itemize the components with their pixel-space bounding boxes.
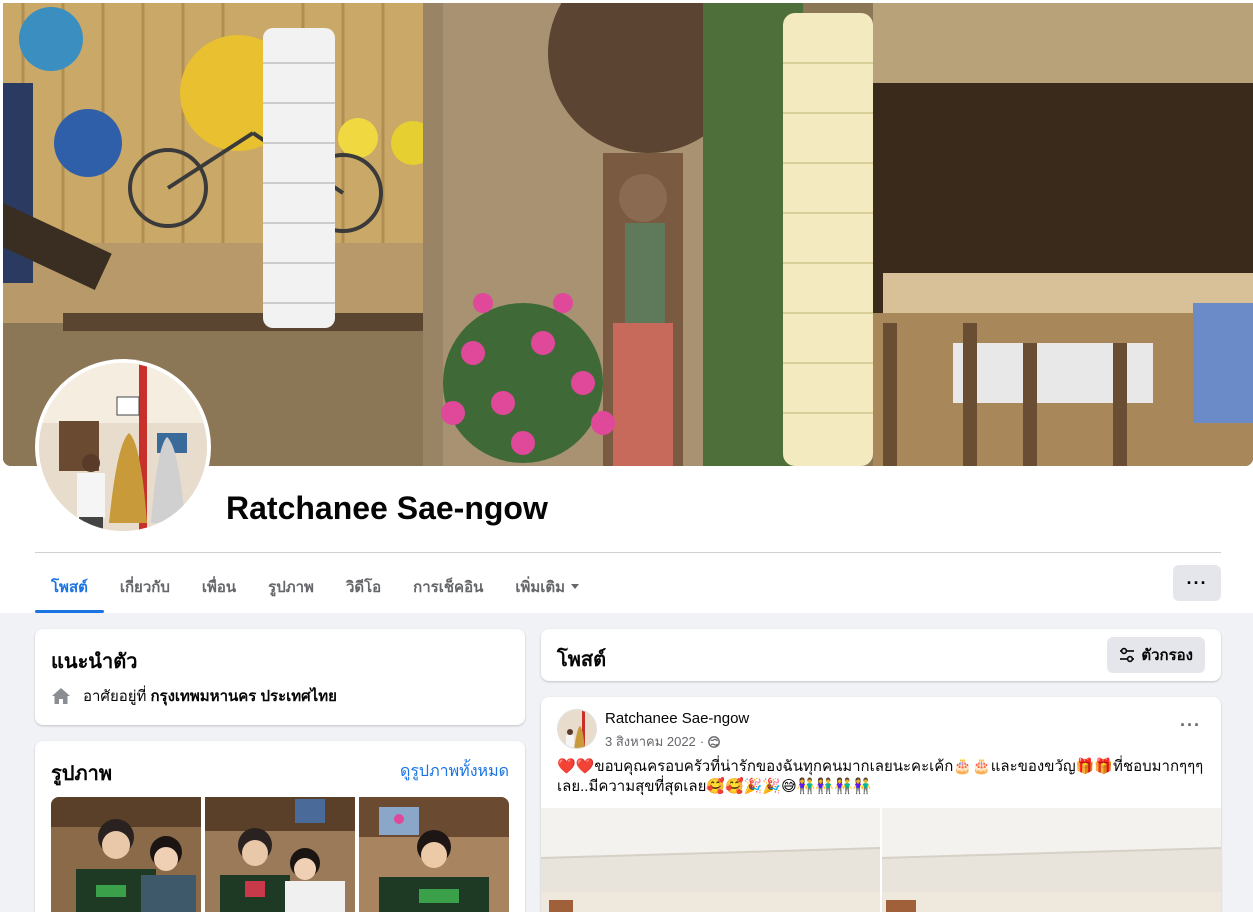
profile-header: Ratchanee Sae-ngow โพสต์ เกี่ยวกับ เพื่อ… [0,0,1253,613]
post-image[interactable] [882,808,1221,912]
tab-posts-label: โพสต์ [51,578,88,596]
intro-card: แนะนำตัว อาศัยอยู่ที่ กรุงเทพมหานคร ประเ… [35,629,525,725]
tab-friends-label: เพื่อน [201,578,237,596]
post-text: ❤️❤️ขอบคุณครอบครัวที่น่ารักของฉันทุกคนมา… [557,758,1204,795]
profile-avatar[interactable] [35,359,211,535]
tab-videos[interactable]: วิดีโอ [330,560,397,613]
tab-about[interactable]: เกี่ยวกับ [104,560,186,613]
post-author-avatar[interactable] [557,709,597,749]
filter-label: ตัวกรอง [1141,647,1193,664]
tab-videos-label: วิดีโอ [345,578,382,596]
tab-more[interactable]: เพิ่มเติม [499,560,595,613]
post-image[interactable] [541,808,880,912]
lives-in-prefix: อาศัยอยู่ที่ [83,688,147,705]
lives-in-place-link[interactable]: กรุงเทพมหานคร ประเทศไทย [150,684,336,708]
globe-icon[interactable] [708,735,721,748]
profile-name: Ratchanee Sae-ngow [226,490,548,526]
photo-thumbnail[interactable] [205,797,355,912]
filter-button[interactable]: ตัวกรอง [1107,637,1205,673]
photo-thumbnail[interactable] [359,797,509,912]
intro-title: แนะนำตัว [51,651,138,673]
tab-posts[interactable]: โพสต์ [35,560,104,613]
tab-checkins-label: การเช็คอิน [413,578,484,596]
post-author-name[interactable]: Ratchanee Sae-ngow [605,710,749,727]
post-meta: 3 สิงหาคม 2022 · [605,731,721,752]
tab-photos[interactable]: รูปภาพ [252,560,330,613]
caret-down-icon [571,584,580,589]
post-options-button[interactable]: ··· [1180,715,1201,736]
post-card: Ratchanee Sae-ngow 3 สิงหาคม 2022 · ··· … [541,697,1221,912]
post-images [541,808,1221,912]
tab-checkins[interactable]: การเช็คอิน [397,560,499,613]
photos-title: รูปภาพ [51,763,113,785]
see-all-photos-link[interactable]: ดูรูปภาพทั้งหมด [400,759,509,784]
lives-in-row: อาศัยอยู่ที่ กรุงเทพมหานคร ประเทศไทย [51,684,337,708]
posts-header-card: โพสต์ ตัวกรอง [541,629,1221,681]
tab-friends[interactable]: เพื่อน [186,560,252,613]
posts-title: โพสต์ [557,649,607,671]
header-divider [35,552,1221,553]
tab-more-label: เพิ่มเติม [515,578,566,596]
profile-more-button[interactable]: ··· [1173,565,1221,601]
meta-separator: · [699,734,705,749]
profile-tabs: โพสต์ เกี่ยวกับ เพื่อน รูปภาพ วิดีโอ การ… [35,560,595,613]
photo-thumbnail[interactable] [51,797,201,912]
tab-about-label: เกี่ยวกับ [119,578,170,596]
filter-sliders-icon [1120,647,1135,663]
home-icon [52,688,70,704]
photo-grid [51,797,509,912]
post-date[interactable]: 3 สิงหาคม 2022 [605,731,696,752]
tab-photos-label: รูปภาพ [268,578,314,596]
photos-card: รูปภาพ ดูรูปภาพทั้งหมด [35,741,525,912]
